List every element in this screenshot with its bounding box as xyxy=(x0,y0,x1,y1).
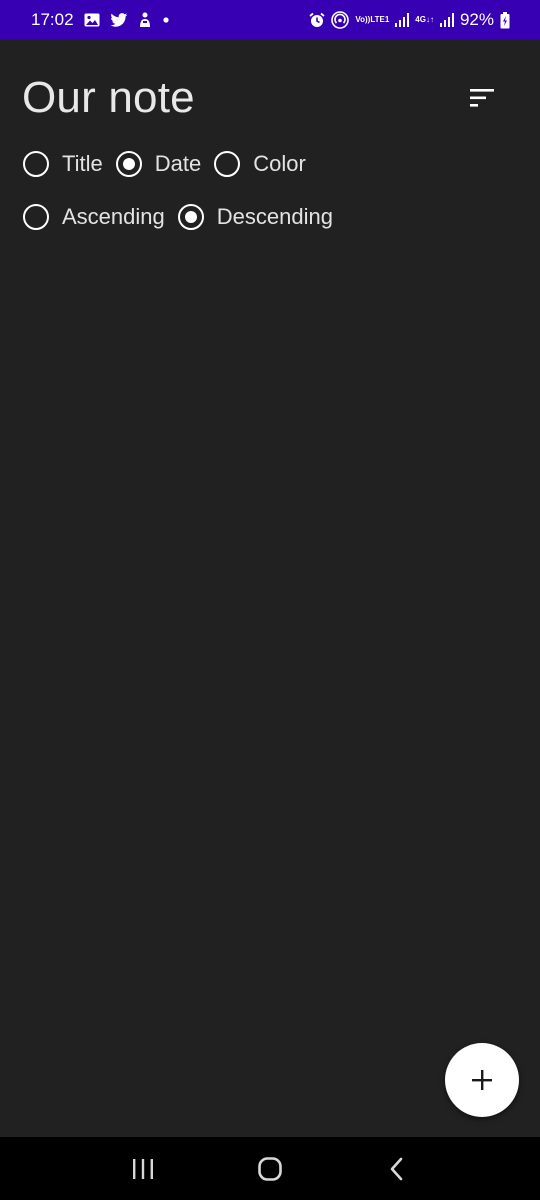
status-bar: 17:02 Vo)) LTE1 4G ↓↑ 92% xyxy=(0,0,540,40)
radio-button-title[interactable] xyxy=(23,151,49,177)
navigation-bar xyxy=(0,1137,540,1200)
page-title: Our note xyxy=(22,73,195,122)
radio-button-color[interactable] xyxy=(214,151,241,177)
status-time: 17:02 xyxy=(31,10,74,29)
signal-icon xyxy=(395,13,410,27)
volte-top-text: Vo)) xyxy=(355,15,371,24)
app-screen: 17:02 Vo)) LTE1 4G ↓↑ 92% Our note Title… xyxy=(0,0,540,1200)
status-right: Vo)) LTE1 4G ↓↑ 92% xyxy=(309,10,510,30)
radio-label-color: Color xyxy=(253,151,306,176)
volte-indicator: Vo)) LTE1 xyxy=(355,16,389,24)
order-radio-group: Ascending Descending xyxy=(23,202,346,232)
radio-button-date[interactable] xyxy=(115,151,142,177)
plus-icon xyxy=(472,1070,492,1090)
signal-icon-2 xyxy=(439,13,454,27)
volte-bottom-text: LTE1 xyxy=(370,15,390,24)
add-note-button[interactable] xyxy=(445,1043,519,1117)
home-button[interactable] xyxy=(240,1144,300,1194)
recent-apps-button[interactable] xyxy=(113,1144,173,1194)
radio-descending[interactable]: Descending xyxy=(177,204,333,230)
sort-by-radio-group: Title Date Color xyxy=(23,149,319,179)
radio-date[interactable]: Date xyxy=(115,151,202,177)
alarm-icon xyxy=(309,12,325,28)
radio-label-ascending: Ascending xyxy=(62,204,165,229)
battery-icon xyxy=(500,11,510,29)
status-left: 17:02 xyxy=(31,10,170,30)
twitter-icon xyxy=(109,12,128,28)
radio-title[interactable]: Title xyxy=(23,151,103,177)
header: Our note xyxy=(22,70,502,126)
network-type-indicator: 4G ↓↑ xyxy=(415,16,434,24)
radio-button-descending[interactable] xyxy=(177,204,204,230)
dot-icon xyxy=(162,16,170,24)
hotspot-icon xyxy=(331,11,350,29)
radio-label-title: Title xyxy=(62,151,103,176)
home-icon xyxy=(258,1156,282,1181)
radio-color[interactable]: Color xyxy=(214,151,306,177)
sort-icon xyxy=(470,89,494,107)
gallery-icon xyxy=(84,13,100,27)
radio-ascending[interactable]: Ascending xyxy=(23,204,165,230)
recent-apps-icon xyxy=(133,1158,154,1179)
radio-label-descending: Descending xyxy=(216,204,333,229)
back-button[interactable] xyxy=(367,1144,427,1194)
network-type-text: 4G xyxy=(415,15,426,24)
battery-percent: 92% xyxy=(459,10,494,29)
sort-button[interactable] xyxy=(462,78,502,118)
radio-label-date: Date xyxy=(154,151,202,176)
notification-icon xyxy=(138,12,152,28)
radio-button-ascending[interactable] xyxy=(23,204,49,230)
data-arrows-icon: ↓↑ xyxy=(425,15,434,24)
back-icon xyxy=(390,1157,402,1180)
